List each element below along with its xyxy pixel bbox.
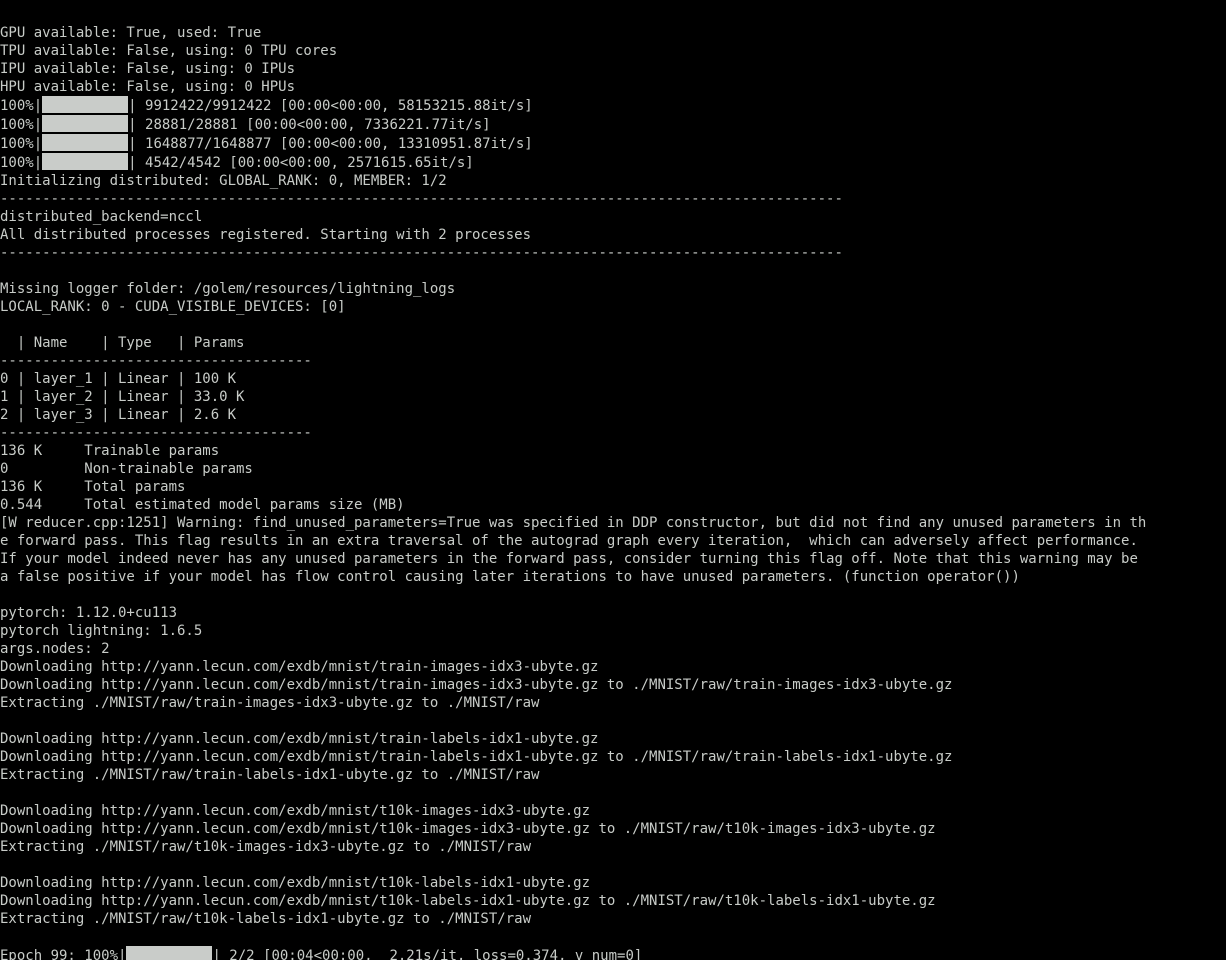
divider: ----------------------------------------… [0,245,843,261]
hpu-line: HPU available: False, using: 0 HPUs [0,79,295,95]
progress-bar-icon [42,153,128,170]
summary-header: | Name | Type | Params [0,335,244,351]
summary-row-1: 1 | layer_2 | Linear | 33.0 K [0,389,244,405]
tpu-line: TPU available: False, using: 0 TPU cores [0,43,337,59]
divider: ----------------------------------------… [0,191,843,207]
gpu-line: GPU available: True, used: True [0,25,261,41]
progress-1-prefix: 100%| [0,98,42,114]
terminal-output: GPU available: True, used: True TPU avai… [0,0,1226,960]
progress-bar-icon [42,96,128,113]
args-nodes: args.nodes: 2 [0,641,110,657]
download-line: Downloading http://yann.lecun.com/exdb/m… [0,731,598,747]
missing-logger: Missing logger folder: /golem/resources/… [0,281,455,297]
distributed-backend: distributed_backend=nccl [0,209,202,225]
download-line: Downloading http://yann.lecun.com/exdb/m… [0,821,936,837]
progress-3-prefix: 100%| [0,136,42,152]
download-line: Downloading http://yann.lecun.com/exdb/m… [0,749,952,765]
progress-bar-icon [42,115,128,132]
download-line: Downloading http://yann.lecun.com/exdb/m… [0,659,598,675]
ipu-line: IPU available: False, using: 0 IPUs [0,61,295,77]
summary-row-0: 0 | layer_1 | Linear | 100 K [0,371,236,387]
epoch-prefix: Epoch 99: 100%| [0,948,126,960]
local-rank: LOCAL_RANK: 0 - CUDA_VISIBLE_DEVICES: [0… [0,299,346,315]
extract-line: Extracting ./MNIST/raw/t10k-images-idx3-… [0,839,531,855]
extract-line: Extracting ./MNIST/raw/train-images-idx3… [0,695,539,711]
divider: ------------------------------------- [0,425,312,441]
warning-line: [W reducer.cpp:1251] Warning: find_unuse… [0,515,1146,531]
warning-line: e forward pass. This flag results in an … [0,533,1146,549]
progress-2-stats: | 28881/28881 [00:00<00:00, 7336221.77it… [128,117,490,133]
progress-bar-icon [126,946,212,960]
pytorch-version: pytorch: 1.12.0+cu113 [0,605,177,621]
trainable-params: 136 K Trainable params [0,443,219,459]
download-line: Downloading http://yann.lecun.com/exdb/m… [0,875,590,891]
lightning-version: pytorch lightning: 1.6.5 [0,623,202,639]
extract-line: Extracting ./MNIST/raw/train-labels-idx1… [0,767,539,783]
download-line: Downloading http://yann.lecun.com/exdb/m… [0,677,952,693]
divider: ------------------------------------- [0,353,312,369]
init-distributed: Initializing distributed: GLOBAL_RANK: 0… [0,173,447,189]
processes-registered: All distributed processes registered. St… [0,227,531,243]
progress-3-stats: | 1648877/1648877 [00:00<00:00, 13310951… [128,136,533,152]
progress-1-stats: | 9912422/9912422 [00:00<00:00, 58153215… [128,98,533,114]
download-line: Downloading http://yann.lecun.com/exdb/m… [0,893,936,909]
est-size: 0.544 Total estimated model params size … [0,497,405,513]
download-line: Downloading http://yann.lecun.com/exdb/m… [0,803,590,819]
epoch-stats: | 2/2 [00:04<00:00, 2.21s/it, loss=0.374… [212,948,642,960]
warning-line: a false positive if your model has flow … [0,569,1020,585]
summary-row-2: 2 | layer_3 | Linear | 2.6 K [0,407,236,423]
progress-bar-icon [42,134,128,151]
progress-4-stats: | 4542/4542 [00:00<00:00, 2571615.65it/s… [128,155,474,171]
nontrainable-params: 0 Non-trainable params [0,461,253,477]
extract-line: Extracting ./MNIST/raw/t10k-labels-idx1-… [0,911,531,927]
progress-2-prefix: 100%| [0,117,42,133]
progress-4-prefix: 100%| [0,155,42,171]
warning-line: If your model indeed never has any unuse… [0,551,1146,567]
total-params: 136 K Total params [0,479,185,495]
